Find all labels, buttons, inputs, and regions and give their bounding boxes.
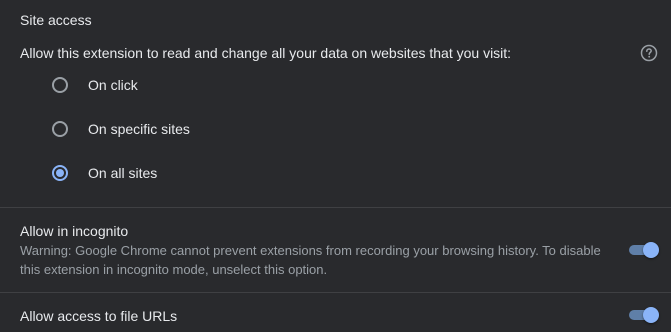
site-access-heading: Site access bbox=[20, 12, 92, 28]
radio-label-on-specific-sites: On specific sites bbox=[88, 121, 190, 137]
radio-option-on-all-sites[interactable]: On all sites bbox=[44, 153, 157, 193]
incognito-warning: Warning: Google Chrome cannot prevent ex… bbox=[20, 243, 601, 277]
radio-button-on-click[interactable] bbox=[52, 77, 68, 93]
extension-details-page: Site access Allow this extension to read… bbox=[0, 0, 671, 332]
toggle-knob bbox=[643, 242, 659, 258]
radio-label-on-click: On click bbox=[88, 77, 138, 93]
file-urls-title: Allow access to file URLs bbox=[20, 308, 178, 324]
radio-label-on-all-sites: On all sites bbox=[88, 165, 158, 181]
radio-option-on-specific-sites[interactable]: On specific sites bbox=[44, 109, 190, 149]
incognito-title: Allow in incognito bbox=[20, 223, 129, 239]
help-icon[interactable] bbox=[640, 44, 658, 62]
section-divider bbox=[0, 207, 671, 208]
section-divider bbox=[0, 292, 671, 293]
toggle-knob bbox=[643, 307, 659, 323]
radio-option-on-click[interactable]: On click bbox=[44, 65, 138, 105]
file-urls-toggle[interactable] bbox=[628, 305, 660, 325]
site-access-description: Allow this extension to read and change … bbox=[20, 45, 512, 61]
radio-button-on-all-sites[interactable] bbox=[52, 165, 68, 181]
incognito-toggle[interactable] bbox=[628, 240, 660, 260]
radio-button-on-specific-sites[interactable] bbox=[52, 121, 68, 137]
